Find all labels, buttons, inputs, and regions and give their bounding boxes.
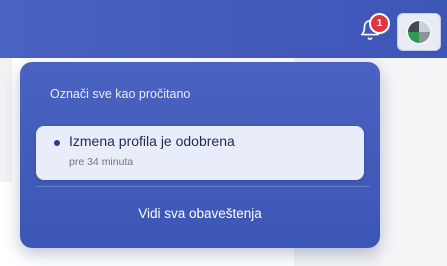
notifications-dropdown: Označi sve kao pročitano Izmena profila …	[20, 62, 380, 248]
background-panel	[0, 58, 12, 182]
user-avatar	[407, 20, 431, 44]
notification-time: pre 34 minuta	[69, 156, 134, 168]
mark-all-read-link[interactable]: Označi sve kao pročitano	[50, 87, 190, 101]
user-menu-button[interactable]	[397, 13, 441, 51]
divider	[36, 186, 370, 187]
notification-title: Izmena profila je odobrena	[69, 133, 235, 149]
app-screen: 1 Označi sve kao pročitano Izmena profil…	[0, 0, 447, 266]
notification-count-badge: 1	[369, 13, 390, 34]
unread-indicator	[54, 140, 60, 146]
see-all-notifications-link[interactable]: Vidi sva obaveštenja	[20, 206, 380, 221]
background-panel	[380, 58, 447, 266]
notification-item[interactable]: Izmena profila je odobrena pre 34 minuta	[36, 126, 364, 180]
